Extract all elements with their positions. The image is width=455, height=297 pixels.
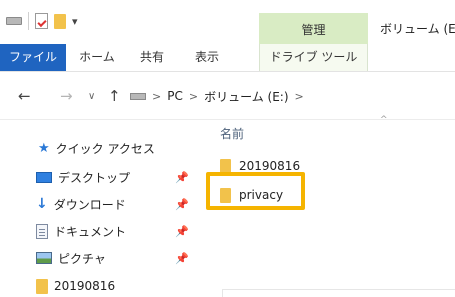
- sidebar-item-documents[interactable]: ドキュメント: [36, 220, 126, 242]
- pin-icon: 📌: [175, 225, 189, 238]
- back-arrow-icon[interactable]: ←: [18, 87, 31, 105]
- sidebar-item-20190816[interactable]: 20190816: [36, 275, 115, 297]
- title-bar: ▾ 管理 ボリューム (E:): [0, 0, 455, 44]
- tab-view[interactable]: 表示: [176, 44, 238, 71]
- column-header-name[interactable]: 名前: [220, 125, 244, 142]
- sidebar-item-label: ダウンロード: [53, 197, 126, 212]
- documents-icon: [36, 223, 48, 239]
- customize-toolbar-dropdown[interactable]: ▾: [72, 15, 78, 28]
- drive-icon: [130, 92, 146, 100]
- pictures-icon: [36, 252, 52, 264]
- sidebar-item-label: ピクチャ: [58, 251, 106, 266]
- sidebar-item-downloads[interactable]: ↓ ダウンロード: [36, 193, 126, 215]
- up-arrow-icon[interactable]: ↑: [108, 87, 121, 105]
- window-title: ボリューム (E:): [380, 22, 455, 36]
- tab-home[interactable]: ホーム: [66, 44, 128, 71]
- sidebar-item-pictures[interactable]: ピクチャ: [36, 247, 106, 269]
- breadcrumb[interactable]: > PC > ボリューム (E:) >: [130, 84, 304, 108]
- tab-drive-tools[interactable]: ドライブ ツール: [259, 44, 368, 71]
- sidebar-item-desktop[interactable]: デスクトップ: [36, 166, 130, 188]
- horizontal-scrollbar[interactable]: [222, 289, 455, 297]
- file-name: 20190816: [239, 159, 301, 173]
- pin-icon: 📌: [175, 252, 189, 265]
- tab-share[interactable]: 共有: [128, 44, 176, 71]
- new-folder-icon[interactable]: [54, 13, 66, 29]
- chevron-right-icon[interactable]: >: [295, 90, 304, 103]
- drive-icon[interactable]: [6, 17, 22, 25]
- folder-icon: [36, 278, 48, 294]
- download-icon: ↓: [36, 196, 48, 212]
- sort-caret-icon: ^: [380, 115, 388, 125]
- recent-locations-chevron-icon[interactable]: ∨: [88, 91, 95, 102]
- quick-access-toolbar: ▾: [6, 12, 78, 30]
- pin-icon: 📌: [175, 171, 189, 184]
- desktop-icon: [36, 171, 52, 183]
- chevron-right-icon: >: [152, 89, 162, 103]
- context-tab-group: 管理: [259, 13, 368, 44]
- star-icon: ★: [38, 140, 50, 156]
- pin-icon: 📌: [175, 198, 189, 211]
- properties-icon[interactable]: [35, 13, 48, 29]
- tab-file[interactable]: ファイル: [0, 44, 66, 71]
- context-group-label: 管理: [301, 23, 326, 37]
- navigation-pane: ★ クイック アクセス デスクトップ 📌 ↓ ダウンロード 📌 ドキュメント 📌…: [0, 121, 196, 297]
- breadcrumb-volume[interactable]: ボリューム (E:): [204, 88, 288, 105]
- sidebar-item-label: ドキュメント: [54, 224, 127, 239]
- highlight-frame: [206, 172, 305, 210]
- forward-arrow-icon[interactable]: →: [60, 87, 73, 105]
- toolbar-divider: [28, 12, 29, 30]
- chevron-right-icon: >: [188, 89, 199, 103]
- sidebar-item-quick-access[interactable]: ★ クイック アクセス: [38, 137, 155, 159]
- sidebar-item-label: デスクトップ: [58, 170, 131, 185]
- ribbon-tabs: ファイル ホーム 共有 表示 ドライブ ツール: [0, 44, 455, 72]
- sidebar-item-label: 20190816: [54, 279, 116, 293]
- breadcrumb-pc[interactable]: PC: [167, 89, 183, 103]
- sidebar-item-label: クイック アクセス: [55, 141, 155, 156]
- address-bar: ← → ∨ ↑ > PC > ボリューム (E:) >: [0, 72, 455, 120]
